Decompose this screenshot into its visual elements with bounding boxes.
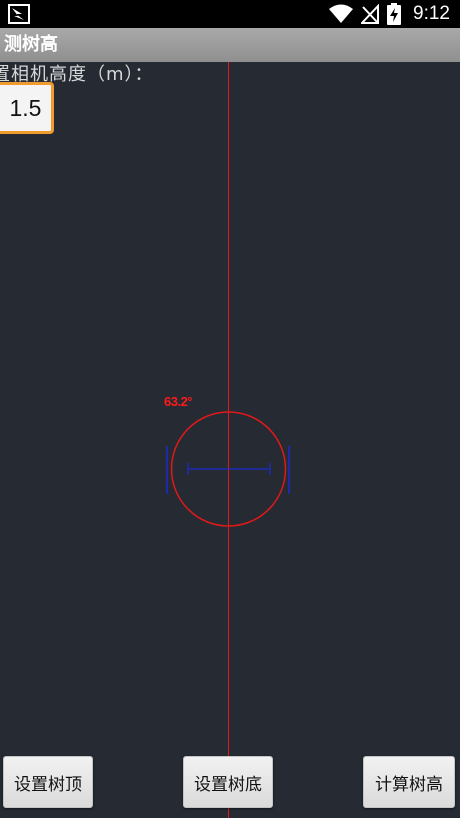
- status-bar: 9:12: [0, 0, 460, 28]
- title-bar: 测树高: [0, 28, 460, 62]
- battery-charging-icon: [387, 3, 402, 25]
- calculate-tree-height-button[interactable]: 计算树高: [363, 756, 455, 808]
- no-signal-icon: [361, 4, 380, 24]
- camera-height-input[interactable]: 1.5: [0, 82, 54, 134]
- set-tree-bottom-button[interactable]: 设置树底: [183, 756, 273, 808]
- angle-readout: 63.2°: [164, 394, 193, 409]
- measurement-overlay: [166, 62, 290, 818]
- page-title: 测树高: [4, 34, 58, 55]
- camera-screen: 9:12 测树高 63.2° 置相机高度（m）： 1.5 设置树顶 设置树底 计…: [0, 0, 460, 818]
- wifi-icon: [329, 4, 354, 23]
- app-notification-icon: [8, 4, 30, 24]
- set-tree-top-button[interactable]: 设置树顶: [3, 756, 93, 808]
- status-icons: 9:12: [329, 0, 450, 28]
- status-time: 9:12: [413, 3, 450, 24]
